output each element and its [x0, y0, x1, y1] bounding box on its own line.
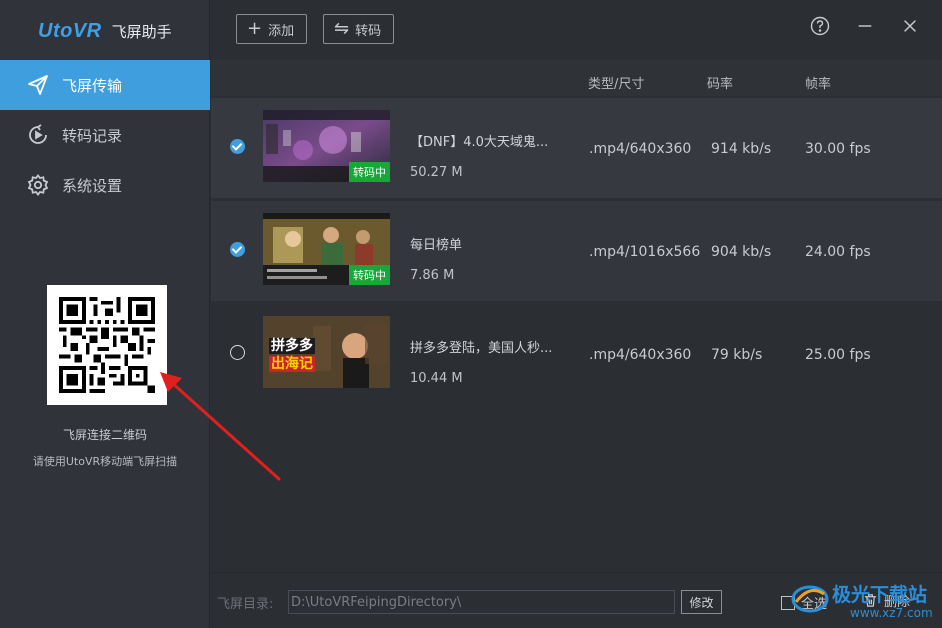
video-bitrate: 914 kb/s — [711, 141, 772, 157]
video-fps: 30.00 fps — [805, 141, 871, 157]
table-row[interactable]: 转码中 每日榜单 7.86 M .mp4/1016x566 904 kb/s 2… — [211, 201, 942, 301]
add-button[interactable]: + 添加 — [236, 14, 307, 44]
video-title: 拼多多登陆，美国人秒... — [410, 341, 553, 356]
trash-icon — [864, 594, 877, 607]
directory-label: 飞屏目录: — [217, 597, 274, 612]
send-icon — [28, 75, 48, 95]
sidebar-item-settings[interactable]: 系统设置 — [0, 160, 210, 210]
video-fps: 24.00 fps — [805, 244, 871, 260]
sidebar-item-label: 系统设置 — [62, 176, 123, 195]
transcode-button-label: 转码 — [355, 23, 382, 39]
table-row[interactable]: 拼多多 出海记 拼多多登陆，美国人秒... 10.44 M .mp4/640x3… — [211, 304, 942, 404]
thumb-text-2: 出海记 — [269, 356, 315, 372]
select-all-label: 全选 — [801, 597, 828, 612]
qr-caption: 飞屏连接二维码 — [62, 428, 147, 442]
qr-code — [47, 285, 167, 405]
add-button-label: 添加 — [268, 23, 295, 39]
select-all-checkbox[interactable]: 全选 — [781, 593, 827, 612]
thumb-text-1: 拼多多 — [269, 338, 315, 354]
transcode-button[interactable]: ⇋ 转码 — [323, 14, 394, 44]
minimize-icon[interactable] — [853, 14, 877, 38]
video-bitrate: 79 kb/s — [711, 347, 763, 363]
video-thumbnail: 拼多多 出海记 — [263, 316, 390, 388]
app-name: 飞屏助手 — [111, 23, 172, 41]
video-title: 每日榜单 — [410, 238, 463, 253]
video-thumbnail: 转码中 — [263, 213, 390, 285]
video-thumbnail: 转码中 — [263, 110, 390, 182]
sidebar-nav: 飞屏传输 转码记录 系统设置 — [0, 60, 210, 210]
close-icon[interactable] — [898, 14, 922, 38]
video-title: 【DNF】4.0大天域鬼... — [410, 135, 549, 150]
video-format: .mp4/640x360 — [589, 141, 692, 157]
video-size: 10.44 M — [410, 371, 463, 386]
video-format: .mp4/640x360 — [589, 347, 692, 363]
transcoding-badge: 转码中 — [349, 265, 390, 285]
app-brand: UtoVR 飞屏助手 — [38, 20, 172, 43]
sidebar: UtoVR 飞屏助手 飞屏传输 转码记录 系统设置 飞屏连接二维码 请使用Uto… — [0, 0, 210, 628]
sidebar-item-transcode-history[interactable]: 转码记录 — [0, 110, 210, 160]
checkbox-square-icon — [781, 595, 795, 610]
help-icon[interactable] — [808, 14, 832, 38]
video-bitrate: 904 kb/s — [711, 244, 772, 260]
delete-label: 删除 — [884, 595, 911, 610]
delete-button[interactable]: 删除 — [863, 591, 910, 610]
sidebar-item-transfer[interactable]: 飞屏传输 — [0, 60, 210, 110]
header-type-size: 类型/尺寸 — [588, 77, 645, 92]
row-checkbox[interactable] — [230, 139, 245, 154]
transcoding-badge: 转码中 — [349, 162, 390, 182]
swap-icon: ⇋ — [334, 18, 350, 39]
directory-field[interactable] — [288, 590, 675, 614]
sidebar-item-label: 转码记录 — [62, 126, 123, 145]
table-row[interactable]: 转码中 【DNF】4.0大天域鬼... 50.27 M .mp4/640x360… — [211, 98, 942, 198]
app-logo: UtoVR — [38, 20, 102, 42]
modify-directory-button[interactable]: 修改 — [681, 590, 722, 614]
play-history-icon — [29, 124, 47, 144]
header-framerate: 帧率 — [805, 77, 832, 92]
video-fps: 25.00 fps — [805, 347, 871, 363]
video-size: 50.27 M — [410, 165, 463, 180]
sidebar-item-label: 飞屏传输 — [62, 76, 123, 95]
plus-icon: + — [247, 18, 263, 39]
table-header: 类型/尺寸 码率 帧率 — [211, 60, 942, 96]
gear-icon — [27, 174, 49, 196]
row-checkbox[interactable] — [230, 242, 245, 257]
video-format: .mp4/1016x566 — [589, 244, 701, 260]
toolbar: + 添加 ⇋ 转码 — [211, 0, 942, 60]
footer: 飞屏目录: 修改 全选 删除 — [211, 572, 942, 628]
qr-hint: 请使用UtoVR移动端飞屏扫描 — [32, 455, 178, 468]
video-size: 7.86 M — [410, 268, 455, 283]
row-checkbox[interactable] — [230, 345, 245, 360]
header-bitrate: 码率 — [707, 77, 734, 92]
